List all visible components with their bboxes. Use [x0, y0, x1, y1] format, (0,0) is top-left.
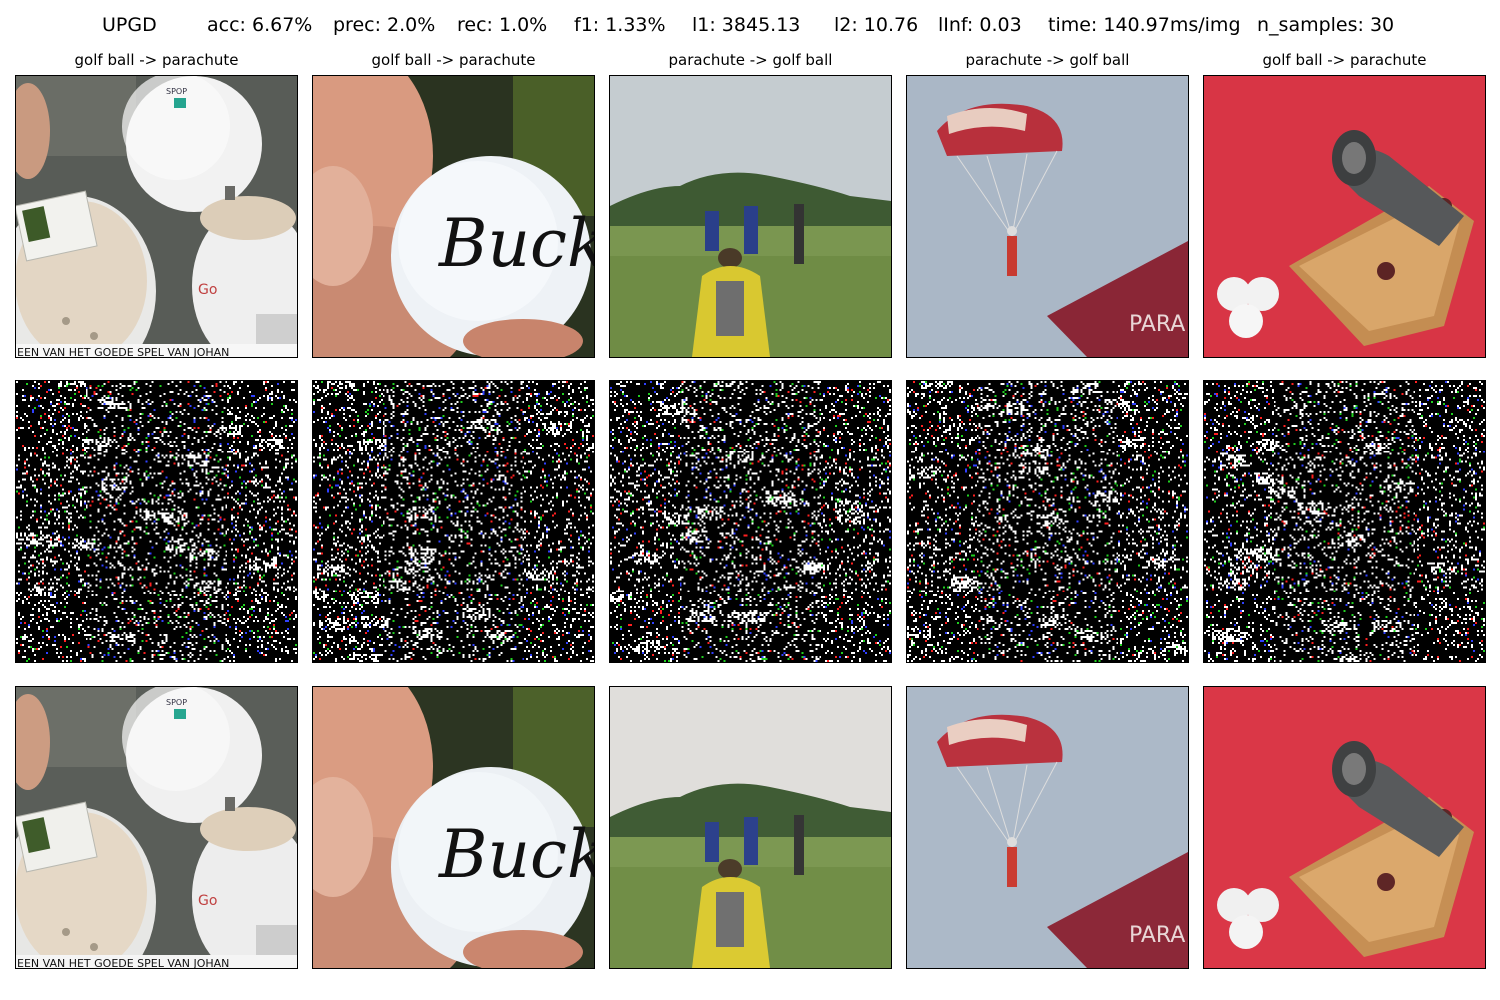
golf-ball-signed-photo: Bucks: [313, 76, 594, 357]
perturbation-map-4: [906, 380, 1189, 663]
column-title-3: parachute -> golf ball: [668, 51, 833, 69]
metrics-header: UPGD acc: 6.67% prec: 2.0% rec: 1.0% f1:…: [0, 14, 1500, 44]
recall-metric: rec: 1.0%: [457, 14, 548, 36]
accuracy-metric: acc: 6.67%: [207, 14, 313, 36]
column-title-4: parachute -> golf ball: [965, 51, 1130, 69]
svg-text:Go: Go: [198, 893, 217, 909]
adversarial-image-parachute-field: [609, 686, 892, 969]
parachute-sky-photo: PARA REG: [907, 76, 1188, 357]
adversarial-image-golf-ball-signed: Bucks: [312, 686, 595, 969]
column-title-2: golf ball -> parachute: [371, 51, 536, 69]
parachute-field-adversarial-photo: [610, 687, 891, 968]
signature-text: Bucks: [438, 205, 594, 282]
adversarial-image-parachute-sky: PARA REG: [906, 686, 1189, 969]
original-image-parachute-sky: PARA REG: [906, 75, 1189, 358]
original-image-parachute-field: [609, 75, 892, 358]
original-image-golf-ball-usb: SPOP Go EEN VAN HET GOEDE SPEL VAN JOHAN: [15, 75, 298, 358]
golf-ball-signed-adversarial-photo: Bucks: [313, 687, 594, 968]
golf-ball-usb-photo: SPOP Go EEN VAN HET GOEDE SPEL VAN JOHAN: [16, 76, 297, 357]
cannon-golf-balls-adversarial-photo: [1204, 687, 1485, 968]
usb-banner-text: EEN VAN HET GOEDE SPEL VAN JOHAN: [17, 346, 229, 357]
original-image-cannon-golf-balls: [1203, 75, 1486, 358]
time-metric: time: 140.97ms/img: [1048, 14, 1241, 36]
perturbation-map-1: [15, 380, 298, 663]
signature-text-adversarial: Bucks: [438, 816, 594, 893]
svg-text:SPOP: SPOP: [166, 87, 187, 96]
perturbation-map-2: [312, 380, 595, 663]
column-title-1: golf ball -> parachute: [74, 51, 239, 69]
perturbation-map-3: [609, 380, 892, 663]
samples-metric: n_samples: 30: [1257, 14, 1395, 36]
parachute-sky-adversarial-photo: PARA REG: [907, 687, 1188, 968]
l2-metric: l2: 10.76: [834, 14, 919, 36]
l1-metric: l1: 3845.13: [692, 14, 801, 36]
method-label: UPGD: [102, 14, 157, 36]
column-title-5: golf ball -> parachute: [1262, 51, 1427, 69]
original-image-golf-ball-signed: Bucks: [312, 75, 595, 358]
linf-metric: lInf: 0.03: [938, 14, 1022, 36]
precision-metric: prec: 2.0%: [333, 14, 436, 36]
svg-text:Go: Go: [198, 282, 217, 298]
flag-text-adversarial: PARA REG: [1129, 923, 1188, 948]
usb-banner-text-adversarial: EEN VAN HET GOEDE SPEL VAN JOHAN: [17, 957, 229, 968]
adversarial-image-golf-ball-usb: SPOP Go EEN VAN HET GOEDE SPEL VAN JOHAN: [15, 686, 298, 969]
golf-ball-usb-adversarial-photo: SPOP Go EEN VAN HET GOEDE SPEL VAN JOHAN: [16, 687, 297, 968]
perturbation-map-5: [1203, 380, 1486, 663]
svg-text:SPOP: SPOP: [166, 698, 187, 707]
f1-metric: f1: 1.33%: [574, 14, 666, 36]
adversarial-image-cannon-golf-balls: [1203, 686, 1486, 969]
flag-text: PARA REG: [1129, 312, 1188, 337]
cannon-golf-balls-photo: [1204, 76, 1485, 357]
parachute-field-photo: [610, 76, 891, 357]
